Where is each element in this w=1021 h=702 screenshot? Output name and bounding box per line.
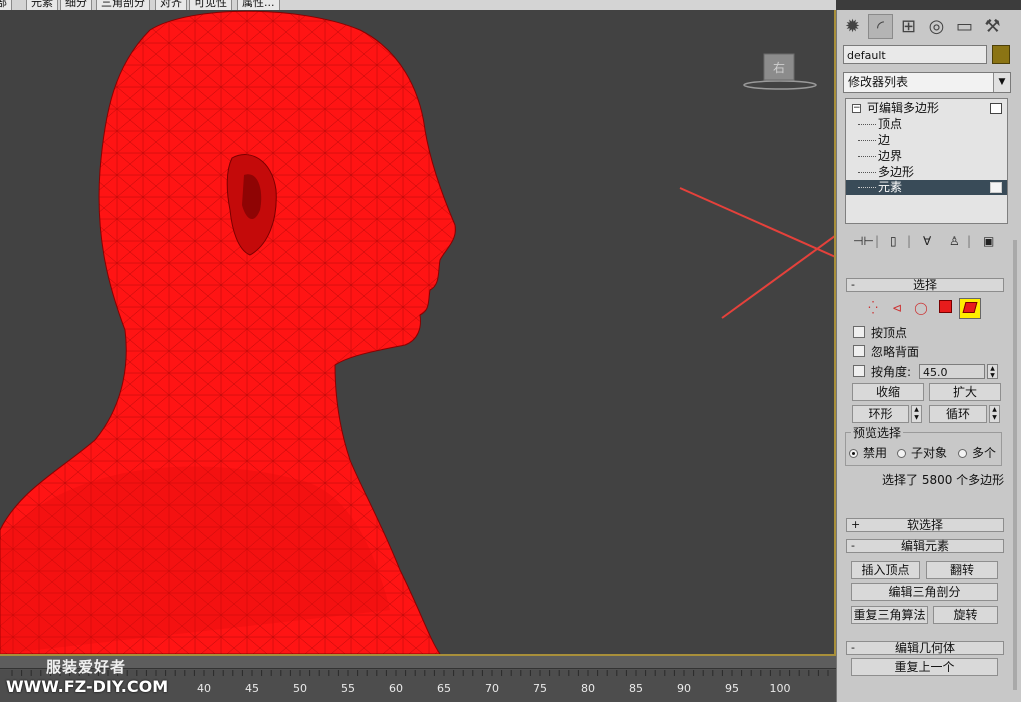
show-end-result-toggle-icon[interactable]: ▯ — [890, 232, 897, 250]
by-vertex-checkbox[interactable]: 按顶点 — [853, 325, 907, 341]
object-color-swatch[interactable] — [992, 45, 1010, 64]
tick-label: 40 — [197, 682, 211, 695]
tick-label: 90 — [677, 682, 691, 695]
create-icon[interactable]: ✹ — [840, 14, 865, 39]
preview-multi-radio[interactable]: 多个 — [958, 446, 996, 460]
ring-spinner[interactable]: ▲ ▼ — [911, 405, 922, 423]
display-icon[interactable]: ▭ — [952, 14, 977, 39]
angle-input[interactable]: 45.0 — [919, 364, 985, 379]
tick-label: 80 — [581, 682, 595, 695]
tick-label: 70 — [485, 682, 499, 695]
retriangulate-button[interactable]: 重复三角算法 — [851, 606, 928, 624]
edge-mode-icon[interactable]: ⊲ — [888, 299, 906, 317]
tick-label: 75 — [533, 682, 547, 695]
configure-sets-icon[interactable]: ▣ — [983, 232, 994, 250]
by-angle-checkbox[interactable]: 按角度: — [853, 364, 911, 380]
polygon-mode-icon[interactable] — [936, 299, 954, 317]
soft-selection-rollout-header[interactable]: + 软选择 — [846, 518, 1004, 532]
motion-icon[interactable]: ◎ — [924, 14, 949, 39]
repeat-last-button[interactable]: 重复上一个 — [851, 658, 998, 676]
flip-button[interactable]: 翻转 — [926, 561, 998, 579]
chevron-down-icon[interactable]: ▼ — [993, 73, 1010, 92]
remove-modifier-icon[interactable]: ♙ — [949, 232, 960, 250]
ring-button[interactable]: 环形 — [852, 405, 909, 423]
pin-stack-icon[interactable]: ⊣⊢ — [853, 232, 874, 250]
element-mode-icon[interactable] — [959, 298, 981, 319]
tab-align[interactable]: 对齐 — [155, 0, 187, 10]
preview-selection-title: 预览选择 — [851, 426, 904, 440]
grow-button[interactable]: 扩大 — [929, 383, 1001, 401]
preview-off-radio[interactable]: 禁用 — [849, 446, 887, 460]
show-end-result-icon[interactable] — [990, 182, 1002, 193]
vertex-mode-icon[interactable]: ⁛ — [864, 299, 882, 317]
tick-label: 85 — [629, 682, 643, 695]
edit-elements-rollout-header[interactable]: - 编辑元素 — [846, 539, 1004, 553]
tick-label: 100 — [769, 682, 791, 695]
angle-spinner[interactable]: ▲ ▼ — [987, 364, 998, 379]
tab-element[interactable]: 元素 — [26, 0, 58, 10]
make-unique-icon[interactable]: ∀ — [923, 232, 931, 250]
insert-vertex-button[interactable]: 插入顶点 — [851, 561, 920, 579]
perspective-viewport[interactable]: 右 — [0, 10, 836, 656]
stack-item-polygon[interactable]: 多边形 — [846, 165, 1007, 180]
stack-item-border[interactable]: 边界 — [846, 149, 1007, 164]
collapse-icon[interactable]: − — [852, 104, 861, 113]
utilities-icon[interactable]: ⚒ — [980, 14, 1005, 39]
watermark-title: 服装爱好者 — [46, 658, 127, 676]
modifier-list-label: 修改器列表 — [848, 75, 909, 89]
tab-subdivide[interactable]: 细分 — [60, 0, 92, 10]
border-mode-icon[interactable]: ◯ — [912, 299, 930, 317]
tab-triangulate[interactable]: 三角剖分 — [96, 0, 150, 10]
loop-spinner[interactable]: ▲ ▼ — [989, 405, 1000, 423]
show-end-result-icon[interactable] — [990, 103, 1002, 114]
hierarchy-icon[interactable]: ⊞ — [896, 14, 921, 39]
tick-label: 45 — [245, 682, 259, 695]
tick-label: 95 — [725, 682, 739, 695]
tick-label: 65 — [437, 682, 451, 695]
subobject-tab-bar: 全部 元素 细分 三角剖分 对齐 可见性 属性... — [0, 0, 836, 10]
tab-visibility[interactable]: 可见性 — [189, 0, 232, 10]
stack-item-element[interactable]: 元素 — [846, 180, 1007, 195]
shrink-button[interactable]: 收缩 — [852, 383, 924, 401]
watermark-url: WWW.FZ-DIY.COM — [6, 677, 169, 696]
selection-rollout-header[interactable]: - 选择 — [846, 278, 1004, 292]
edit-geometry-rollout-header[interactable]: - 编辑几何体 — [846, 641, 1004, 655]
loop-button[interactable]: 循环 — [929, 405, 987, 423]
modifier-stack[interactable]: − 可编辑多边形 顶点 边 边界 多边形 元素 — [845, 98, 1008, 224]
modify-icon[interactable]: ◜ — [868, 14, 893, 39]
modifier-list-dropdown[interactable]: 修改器列表 ▼ — [843, 72, 1011, 93]
tab-properties[interactable]: 属性... — [237, 0, 280, 10]
turn-button[interactable]: 旋转 — [933, 606, 998, 624]
stack-item-edge[interactable]: 边 — [846, 133, 1007, 148]
selection-status: 选择了 5800 个多边形 — [882, 473, 1005, 487]
ignore-backfacing-checkbox[interactable]: 忽略背面 — [853, 344, 919, 360]
stack-item-editable-poly[interactable]: − 可编辑多边形 — [846, 101, 1007, 116]
object-name-input[interactable]: default — [843, 45, 987, 64]
annotation-arrows — [679, 187, 834, 319]
tab-all[interactable]: 全部 — [0, 0, 12, 10]
tick-label: 60 — [389, 682, 403, 695]
preview-subobject-radio[interactable]: 子对象 — [897, 446, 947, 460]
edit-triangulation-button[interactable]: 编辑三角剖分 — [851, 583, 998, 601]
tick-label: 50 — [293, 682, 307, 695]
panel-scrollbar[interactable] — [1013, 240, 1017, 690]
tick-label: 55 — [341, 682, 355, 695]
stack-item-vertex[interactable]: 顶点 — [846, 117, 1007, 132]
